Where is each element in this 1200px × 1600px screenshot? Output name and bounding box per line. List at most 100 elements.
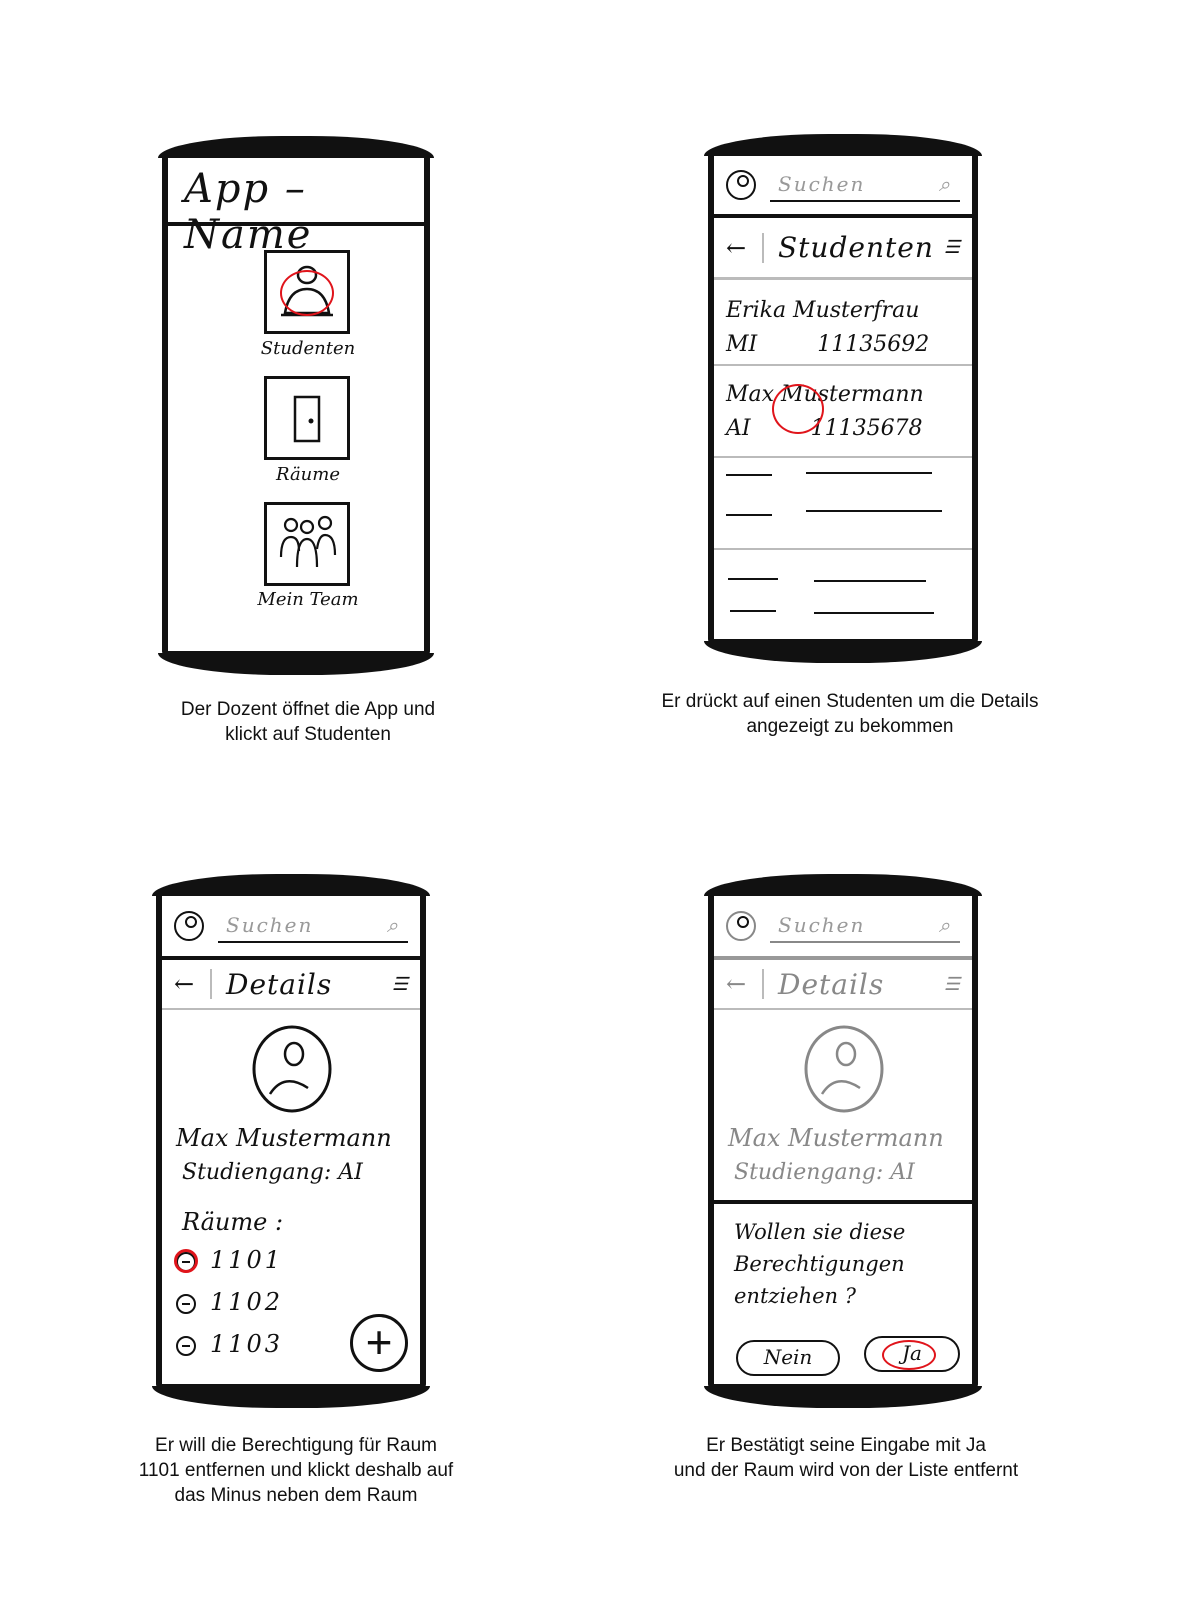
remove-room-button[interactable] [176, 1335, 196, 1356]
no-button[interactable]: Nein [736, 1340, 840, 1376]
caption-line: Er drückt auf einen Studenten um die Det… [661, 691, 1039, 712]
phone-bottom-cap [704, 1386, 982, 1408]
phone-top-cap [704, 874, 982, 896]
placeholder-line [814, 612, 934, 614]
tap-highlight [882, 1340, 936, 1370]
phone-mockup-details: Suchen ⌕ ← Details ☰ Max Mustermann Stud… [152, 874, 430, 1408]
caption-step-2: Er drückt auf einen Studenten um die Det… [630, 689, 1070, 739]
team-icon [279, 515, 337, 568]
student-name: Erika Musterfrau [726, 298, 920, 323]
profile-avatar-icon [252, 1025, 332, 1113]
page-title: Studenten [778, 231, 934, 264]
detail-name: Max Mustermann [728, 1124, 944, 1152]
placeholder-line [726, 474, 772, 476]
confirm-dialog: Wollen sie diese Berechtigungen entziehe… [714, 1200, 972, 1384]
back-arrow-icon[interactable]: ← [726, 234, 756, 262]
search-bar: Suchen ⌕ [162, 896, 420, 960]
placeholder-line [730, 610, 776, 612]
divider [762, 969, 764, 999]
divider [210, 969, 212, 999]
page-title: Details [778, 967, 885, 1001]
caption-step-4: Er Bestätigt seine Eingabe mit Ja und de… [626, 1433, 1066, 1483]
rooms-tile[interactable] [264, 376, 350, 460]
student-number: 11135692 [817, 332, 930, 357]
room-number: 1101 [210, 1246, 284, 1274]
dialog-text: Wollen sie diese Berechtigungen entziehe… [734, 1216, 905, 1312]
tile-label-rooms: Räume [275, 464, 340, 485]
phone-top-cap [152, 874, 430, 896]
tile-label-students: Studenten [260, 338, 356, 359]
phone-mockup-confirm: Suchen ⌕ ← Details ☰ Max Mustermann Stud… [704, 874, 982, 1408]
room-row: 1103 [176, 1330, 283, 1358]
search-icon: ⌕ [938, 913, 952, 937]
profile-icon[interactable] [174, 911, 204, 941]
search-input[interactable]: Suchen ⌕ [770, 168, 960, 202]
phone-bottom-cap [158, 653, 434, 675]
detail-name: Max Mustermann [176, 1124, 392, 1152]
caption-line: Der Dozent öffnet die App und [180, 699, 436, 720]
room-number: 1103 [210, 1330, 284, 1358]
detail-course: Studiengang: AI [734, 1160, 915, 1185]
search-input[interactable]: Suchen ⌕ [218, 909, 408, 943]
caption-line: Er will die Berechtigung für Raum [155, 1435, 437, 1456]
nav-bar: ← Studenten ☰ [714, 218, 972, 280]
caption-line: Er Bestätigt seine Eingabe mit Ja [706, 1435, 986, 1456]
divider [762, 232, 764, 263]
search-placeholder: Suchen [778, 172, 866, 196]
phone-bottom-cap [704, 641, 982, 663]
phone-top-cap [158, 136, 434, 158]
list-menu-icon: ☰ [943, 973, 960, 995]
student-name: Max Mustermann [726, 382, 924, 407]
back-arrow-icon[interactable]: ← [174, 970, 204, 998]
tile-label-team: Mein Team [257, 589, 359, 610]
caption-line: und der Raum wird von der Liste entfernt [673, 1460, 1019, 1481]
room-number: 1102 [210, 1288, 284, 1316]
dialog-line: entziehen ? [734, 1284, 857, 1308]
tap-highlight [280, 270, 334, 316]
door-icon [293, 395, 321, 443]
page-title: Details [226, 967, 333, 1001]
placeholder-line [806, 510, 942, 512]
search-placeholder: Suchen [226, 913, 314, 937]
placeholder-line [726, 514, 772, 516]
profile-icon[interactable] [726, 170, 756, 200]
detail-course: Studiengang: AI [182, 1160, 363, 1185]
team-tile[interactable] [264, 502, 350, 586]
phone-mockup-students: Suchen ⌕ ← Studenten ☰ Erika Musterfrau … [704, 134, 982, 663]
profile-icon [726, 911, 756, 941]
search-icon: ⌕ [938, 172, 952, 196]
remove-room-button[interactable] [176, 1293, 196, 1314]
search-bar: Suchen ⌕ [714, 156, 972, 218]
placeholder-line [728, 578, 778, 580]
back-arrow-icon: ← [726, 970, 747, 998]
add-room-button[interactable]: + [350, 1314, 408, 1372]
rooms-heading: Räume : [182, 1208, 284, 1236]
app-header: App – Name [168, 158, 424, 258]
student-course: MI [726, 332, 758, 357]
nav-bar: ← Details ☰ [162, 960, 420, 1010]
caption-step-3: Er will die Berechtigung für Raum 1101 e… [76, 1433, 516, 1508]
list-menu-icon[interactable]: ☰ [944, 237, 960, 258]
search-bar: Suchen ⌕ [714, 896, 972, 960]
tap-highlight [174, 1249, 198, 1273]
caption-step-1: Der Dozent öffnet die App und klickt auf… [88, 697, 528, 747]
search-input: Suchen ⌕ [770, 909, 960, 943]
dialog-line: Berechtigungen [734, 1252, 905, 1276]
search-icon: ⌕ [386, 913, 400, 937]
placeholder-line [814, 580, 926, 582]
list-item[interactable]: Erika Musterfrau MI 11135692 [714, 284, 972, 366]
dialog-line: Wollen sie diese [734, 1220, 906, 1244]
list-menu-icon[interactable]: ☰ [392, 974, 408, 995]
tap-highlight [772, 384, 824, 434]
student-number: 11135678 [810, 416, 923, 441]
student-course: AI [726, 416, 751, 441]
placeholder-line [806, 472, 932, 474]
profile-avatar-icon [804, 1025, 884, 1113]
phone-bottom-cap [152, 1386, 430, 1408]
nav-bar: ← Details ☰ [714, 960, 972, 1010]
phone-mockup-home: App – Name Studenten Räume Mein Team [158, 136, 434, 675]
search-placeholder: Suchen [778, 913, 866, 937]
room-row: 1102 [176, 1288, 283, 1316]
list-item[interactable]: Max Mustermann AI 11135678 [714, 368, 972, 458]
caption-line: das Minus neben dem Raum [174, 1485, 418, 1506]
